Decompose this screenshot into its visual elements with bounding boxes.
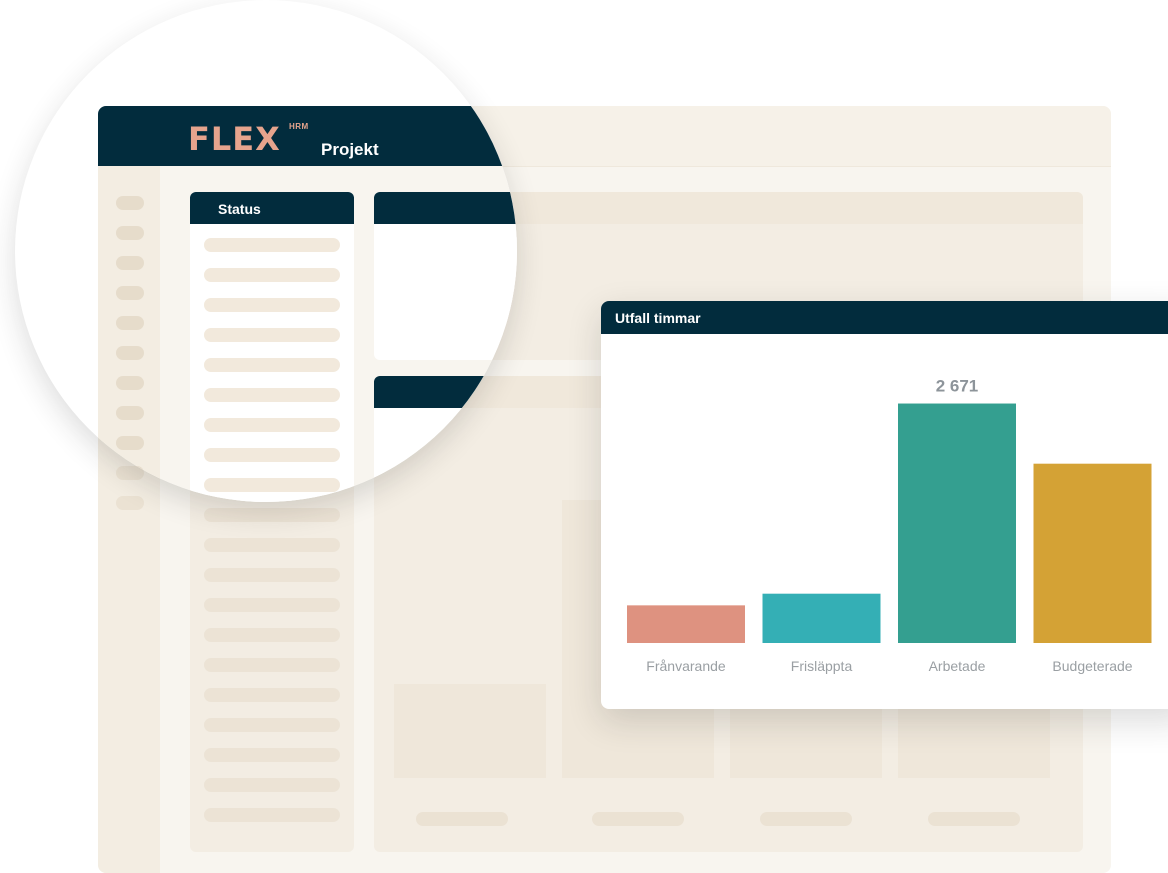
category-label: Frisläppta bbox=[791, 658, 853, 674]
status-title: Status bbox=[218, 201, 261, 217]
status-row-placeholder bbox=[204, 808, 340, 822]
status-row[interactable] bbox=[204, 388, 340, 402]
status-row[interactable] bbox=[204, 238, 340, 252]
placeholder-pill bbox=[760, 812, 852, 826]
bar-chart: Frånvarande Frisläppta Arbetade 2 671 Budget… bbox=[627, 377, 1152, 674]
chart-header: Utfall timmar bbox=[601, 301, 1168, 334]
data-label: 2 671 bbox=[936, 377, 979, 396]
status-row-placeholder bbox=[204, 688, 340, 702]
nav-item[interactable] bbox=[116, 226, 144, 240]
nav-item[interactable] bbox=[116, 436, 144, 450]
category-label: Frånvarande bbox=[646, 658, 726, 674]
magnifier-lens: FLEX HRM Projekt Status bbox=[15, 0, 517, 502]
nav-item[interactable] bbox=[116, 196, 144, 210]
nav-item[interactable] bbox=[116, 406, 144, 420]
chart-title: Utfall timmar bbox=[615, 310, 701, 326]
category-label: Budgeterade bbox=[1052, 658, 1132, 674]
placeholder-pill bbox=[928, 812, 1020, 826]
placeholder-block bbox=[394, 684, 546, 778]
bar-budgeterade[interactable] bbox=[1033, 463, 1152, 643]
status-row[interactable] bbox=[204, 298, 340, 312]
nav-item[interactable] bbox=[116, 496, 144, 502]
top-panel-header bbox=[374, 192, 517, 224]
nav-item[interactable] bbox=[116, 466, 144, 480]
nav-rail bbox=[98, 166, 160, 502]
chart-card: Utfall timmar Frånvarande Frisläppta Arbet… bbox=[601, 301, 1168, 709]
top-panel bbox=[374, 192, 517, 360]
nav-item[interactable] bbox=[116, 286, 144, 300]
status-row[interactable] bbox=[204, 478, 340, 492]
status-row[interactable] bbox=[204, 358, 340, 372]
status-row-placeholder bbox=[204, 718, 340, 732]
bar-frånvarande[interactable] bbox=[627, 605, 745, 643]
logo-superscript: HRM bbox=[289, 122, 309, 131]
nav-item[interactable] bbox=[116, 346, 144, 360]
status-row-placeholder bbox=[204, 658, 340, 672]
status-row[interactable] bbox=[204, 448, 340, 462]
category-label: Arbetade bbox=[929, 658, 986, 674]
bar-arbetade[interactable] bbox=[898, 403, 1016, 643]
placeholder-pill bbox=[416, 812, 508, 826]
nav-item[interactable] bbox=[116, 256, 144, 270]
main-panel-header bbox=[374, 376, 517, 408]
status-row-placeholder bbox=[204, 748, 340, 762]
status-row-placeholder bbox=[204, 508, 340, 522]
magnified-app: FLEX HRM Projekt Status bbox=[15, 0, 517, 502]
status-panel-header: Status bbox=[190, 192, 354, 224]
status-row[interactable] bbox=[204, 268, 340, 282]
status-row-placeholder bbox=[204, 538, 340, 552]
app-body: Status bbox=[98, 166, 517, 502]
bar-frisläppta[interactable] bbox=[762, 593, 881, 643]
status-row-placeholder bbox=[204, 778, 340, 792]
status-row-placeholder bbox=[204, 598, 340, 612]
placeholder-pill bbox=[592, 812, 684, 826]
status-panel: Status bbox=[190, 192, 354, 502]
status-row-placeholder bbox=[204, 568, 340, 582]
page-title: Projekt bbox=[321, 140, 379, 159]
main-panel bbox=[374, 376, 517, 502]
app-header: FLEX HRM Projekt bbox=[98, 106, 517, 166]
flex-logo[interactable]: FLEX bbox=[188, 120, 281, 158]
nav-item[interactable] bbox=[116, 316, 144, 330]
status-row-placeholder bbox=[204, 628, 340, 642]
status-row[interactable] bbox=[204, 418, 340, 432]
nav-item[interactable] bbox=[116, 376, 144, 390]
status-row[interactable] bbox=[204, 328, 340, 342]
